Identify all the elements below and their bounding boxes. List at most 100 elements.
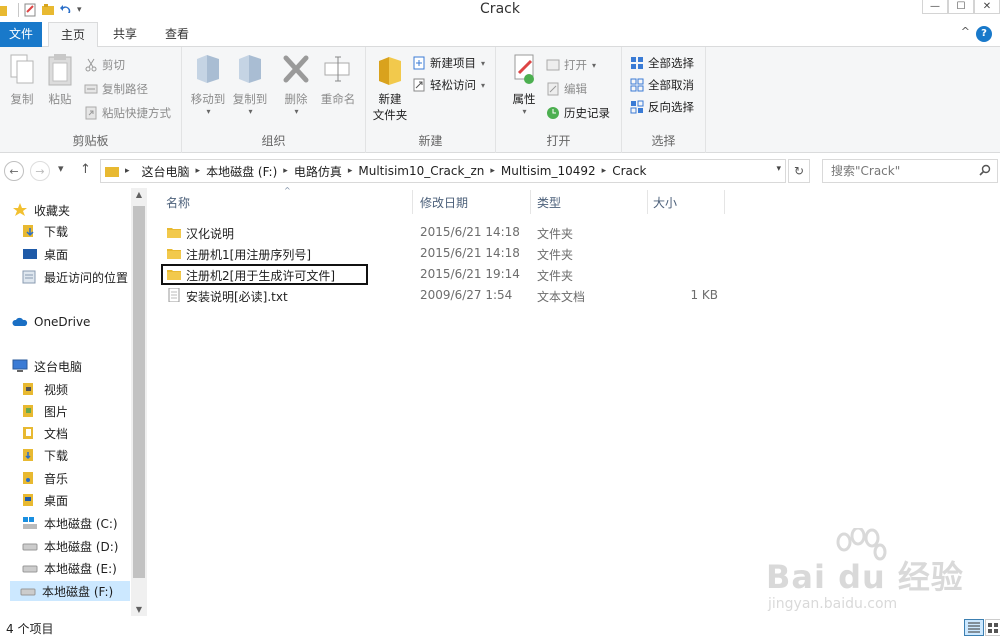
nav-documents[interactable]: 文档 xyxy=(22,423,68,443)
nav-music[interactable]: 音乐 xyxy=(22,468,68,488)
nav-onedrive[interactable]: OneDrive xyxy=(12,312,90,332)
nav-favorites-label: 收藏夹 xyxy=(34,203,71,218)
close-button[interactable]: ✕ xyxy=(974,0,1000,14)
column-header-date[interactable]: 修改日期 xyxy=(420,194,468,212)
open-dropdown-icon: ▾ xyxy=(592,60,597,70)
group-organize: 移动到 ▾ 复制到 ▾ 删除 ▾ 重命名 组织 xyxy=(182,47,366,153)
search-icon[interactable] xyxy=(979,164,991,176)
nav-downloads-pc[interactable]: 下载 xyxy=(22,445,68,465)
paste-button[interactable]: 粘贴 xyxy=(38,53,82,107)
large-icons-view-button[interactable] xyxy=(985,619,1000,636)
file-size: 1 KB xyxy=(690,288,718,302)
drive-icon xyxy=(22,565,38,573)
breadcrumb-multisim-crack-zn[interactable]: Multisim10_Crack_zn xyxy=(358,164,484,178)
details-view-button[interactable] xyxy=(964,619,984,636)
tab-file[interactable]: 文件 xyxy=(0,22,42,47)
edit-button[interactable]: 编辑 xyxy=(546,79,587,99)
breadcrumb-crack[interactable]: Crack xyxy=(612,164,646,178)
cut-button[interactable]: 剪切 xyxy=(84,55,125,75)
help-icon[interactable]: ? xyxy=(976,26,992,42)
nav-drive-c[interactable]: 本地磁盘 (C:) xyxy=(22,513,118,533)
nav-this-pc[interactable]: 这台电脑 xyxy=(12,356,82,376)
nav-desktop[interactable]: 桌面 xyxy=(22,244,68,264)
group-label-select: 选择 xyxy=(651,134,676,148)
column-header-name[interactable]: 名称 xyxy=(166,194,190,212)
breadcrumb-local-disk-f[interactable]: 本地磁盘 (F:) xyxy=(206,163,277,180)
column-header-size[interactable]: 大小 xyxy=(653,194,677,212)
nav-onedrive-label: OneDrive xyxy=(34,315,91,329)
tab-share[interactable]: 共享 xyxy=(104,22,146,47)
sidebar-scrollbar[interactable]: ▲ ▼ xyxy=(131,188,147,616)
new-item-dropdown-icon: ▾ xyxy=(481,58,486,68)
new-folder-icon xyxy=(379,57,401,85)
properties-label: 属性 xyxy=(512,92,536,106)
properties-button[interactable]: 属性 ▾ xyxy=(502,53,546,116)
collapse-ribbon-icon[interactable]: ^ xyxy=(961,25,970,38)
delete-button[interactable]: 删除 ▾ xyxy=(274,53,318,116)
nav-drive-e[interactable]: 本地磁盘 (E:) xyxy=(22,558,117,578)
open-button[interactable]: 打开 ▾ xyxy=(546,55,596,75)
column-header-type[interactable]: 类型 xyxy=(537,194,561,212)
music-folder-icon xyxy=(23,472,33,484)
back-button[interactable]: ← xyxy=(4,161,24,181)
up-arrow-icon[interactable]: ↑ xyxy=(80,162,91,177)
column-divider[interactable] xyxy=(647,190,648,214)
move-to-button[interactable]: 移动到 ▾ xyxy=(186,53,230,116)
delete-icon xyxy=(283,55,309,83)
copy-path-button[interactable]: 复制路径 xyxy=(84,79,148,99)
select-all-button[interactable]: 全部选择 xyxy=(630,53,694,73)
column-divider[interactable] xyxy=(530,190,531,214)
column-divider[interactable] xyxy=(412,190,413,214)
select-all-label: 全部选择 xyxy=(648,56,694,70)
breadcrumb-this-pc[interactable]: 这台电脑 xyxy=(142,163,190,180)
copy-to-button[interactable]: 复制到 ▾ xyxy=(228,53,272,116)
paste-shortcut-button[interactable]: 粘贴快捷方式 xyxy=(84,103,171,123)
scroll-down-icon[interactable]: ▼ xyxy=(131,605,147,614)
new-item-button[interactable]: 新建项目 ▾ xyxy=(412,53,485,73)
forward-arrow-icon: → xyxy=(35,164,45,178)
nav-pictures-label: 图片 xyxy=(44,404,69,419)
breadcrumb-separator-icon[interactable]: ▸ xyxy=(348,166,353,176)
select-none-label: 全部取消 xyxy=(648,78,694,92)
file-row[interactable]: 汉化说明 2015/6/21 14:18 文件夹 xyxy=(160,222,860,242)
scrollbar-thumb[interactable] xyxy=(133,206,145,578)
group-label-open: 打开 xyxy=(546,134,571,148)
nav-drive-f[interactable]: 本地磁盘 (F:) xyxy=(10,581,130,601)
breadcrumb-multisim-10492[interactable]: Multisim_10492 xyxy=(501,164,596,178)
breadcrumb-separator-icon[interactable]: ▸ xyxy=(125,166,130,176)
history-button[interactable]: 历史记录 xyxy=(546,103,610,123)
nav-downloads[interactable]: 下载 xyxy=(22,221,68,241)
breadcrumb-separator-icon[interactable]: ▸ xyxy=(196,166,201,176)
nav-desktop-label: 桌面 xyxy=(44,247,69,262)
minimize-button[interactable]: — xyxy=(922,0,948,14)
nav-videos[interactable]: 视频 xyxy=(22,379,68,399)
file-row[interactable]: 安装说明[必读].txt 2009/6/27 1:54 文本文档 1 KB xyxy=(160,285,860,305)
forward-button[interactable]: → xyxy=(30,161,50,181)
search-input[interactable]: 搜索"Crack" xyxy=(822,159,998,183)
address-dropdown-icon[interactable]: ▾ xyxy=(776,164,781,174)
refresh-button[interactable]: ↻ xyxy=(788,159,810,183)
new-folder-button[interactable]: 新建 文件夹 xyxy=(368,53,412,123)
breadcrumb-separator-icon[interactable]: ▸ xyxy=(283,166,288,176)
nav-pictures[interactable]: 图片 xyxy=(22,401,68,421)
select-none-button[interactable]: 全部取消 xyxy=(630,75,694,95)
scroll-up-icon[interactable]: ▲ xyxy=(131,190,147,199)
maximize-button[interactable]: ☐ xyxy=(948,0,974,14)
breadcrumb-circuit-sim[interactable]: 电路仿真 xyxy=(294,163,342,180)
nav-desktop-pc[interactable]: 桌面 xyxy=(22,490,68,510)
address-bar[interactable]: ▸ 这台电脑 ▸ 本地磁盘 (F:) ▸ 电路仿真 ▸ Multisim10_C… xyxy=(100,159,786,183)
nav-favorites[interactable]: 收藏夹 xyxy=(12,200,70,220)
recent-locations-icon[interactable]: ▾ xyxy=(58,162,64,175)
file-row[interactable]: 注册机1[用注册序列号] 2015/6/21 14:18 文件夹 xyxy=(160,243,860,263)
tab-home[interactable]: 主页 xyxy=(48,22,98,48)
tab-view[interactable]: 查看 xyxy=(156,22,198,47)
breadcrumb-separator-icon[interactable]: ▸ xyxy=(602,166,607,176)
sort-ascending-icon: ^ xyxy=(284,186,291,195)
nav-drive-d[interactable]: 本地磁盘 (D:) xyxy=(22,536,118,556)
rename-button[interactable]: 重命名 xyxy=(316,53,360,107)
easy-access-button[interactable]: 轻松访问 ▾ xyxy=(412,75,485,95)
nav-recent-places[interactable]: 最近访问的位置 xyxy=(22,267,128,287)
invert-selection-button[interactable]: 反向选择 xyxy=(630,97,694,117)
column-divider[interactable] xyxy=(724,190,725,214)
breadcrumb-separator-icon[interactable]: ▸ xyxy=(490,166,495,176)
